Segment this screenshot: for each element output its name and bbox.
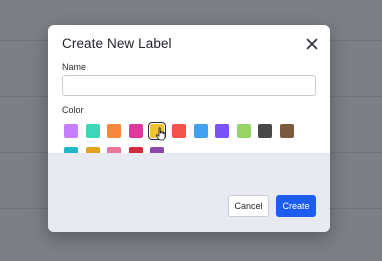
color-swatch[interactable] (193, 124, 208, 138)
color-swatch[interactable] (236, 124, 251, 138)
name-input[interactable] (62, 75, 316, 96)
cancel-button[interactable]: Cancel (228, 195, 269, 217)
create-button[interactable]: Create (276, 195, 316, 217)
color-swatch[interactable] (107, 124, 122, 138)
name-label: Name (62, 62, 87, 72)
color-label: Color (62, 105, 84, 115)
color-swatch[interactable] (258, 124, 273, 138)
color-swatch[interactable] (85, 124, 100, 138)
color-swatch[interactable] (128, 124, 143, 138)
color-swatch[interactable] (64, 124, 78, 138)
create-label-dialog: Create New Label Name Color Cancel Creat… (48, 25, 330, 232)
color-swatch[interactable] (280, 124, 294, 138)
close-icon (306, 38, 318, 50)
color-swatch[interactable] (147, 121, 167, 141)
color-swatch[interactable] (172, 124, 186, 138)
dialog-footer (48, 153, 330, 232)
close-button[interactable] (305, 37, 319, 51)
color-swatch[interactable] (215, 124, 230, 138)
dialog-title: Create New Label (62, 36, 172, 51)
